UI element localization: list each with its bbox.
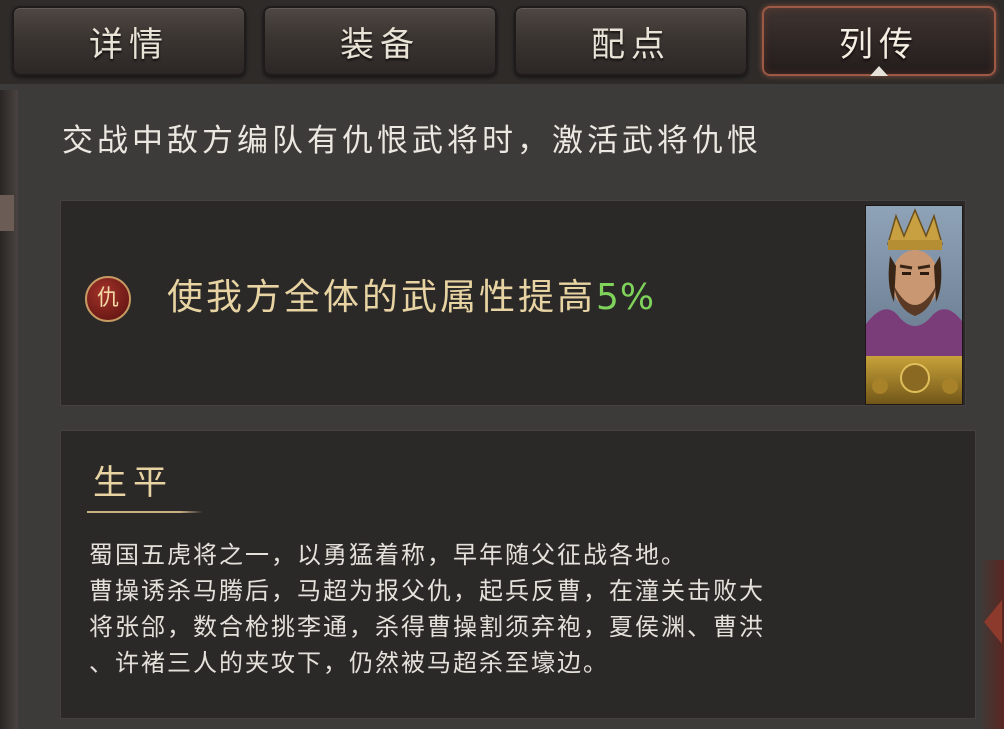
- hatred-badge-icon: 仇: [85, 276, 131, 322]
- tab-label: 列传: [839, 24, 919, 65]
- effect-text-prefix: 使我方全体的武属性提高: [167, 277, 597, 318]
- effect-description: 使我方全体的武属性提高5%: [167, 271, 655, 325]
- tab-details[interactable]: 详情: [12, 6, 246, 76]
- fetter-condition-text: 交战中敌方编队有仇恨武将时，激活武将仇恨: [62, 123, 762, 159]
- hatred-badge-char: 仇: [96, 286, 119, 311]
- side-arrow-icon[interactable]: [984, 600, 1002, 644]
- fetter-effect-panel: 仇 使我方全体的武属性提高5%: [60, 200, 966, 406]
- biography-line: 蜀国五虎将之一，以勇猛着称，早年随父征战各地。: [89, 541, 687, 569]
- biography-line: 、许褚三人的夹攻下，仍然被马超杀至壕边。: [89, 649, 609, 677]
- biography-title: 生平: [93, 463, 173, 503]
- biography-title-underline: [87, 511, 203, 513]
- background-left-edge: [0, 90, 18, 729]
- background-right-edge: [980, 560, 1004, 729]
- background-chip: [0, 195, 14, 231]
- tab-biography[interactable]: 列传: [762, 6, 996, 76]
- biography-line: 将张郃，数合枪挑李通，杀得曹操割须弃袍，夏侯渊、曹洪: [89, 613, 765, 641]
- tab-label: 配点: [591, 24, 671, 65]
- biography-panel: 生平 蜀国五虎将之一，以勇猛着称，早年随父征战各地。 曹操诱杀马腾后，马超为报父…: [60, 430, 976, 719]
- tab-label: 装备: [340, 24, 420, 65]
- tab-points[interactable]: 配点: [514, 6, 748, 76]
- effect-value: 5%: [596, 277, 656, 318]
- tab-equipment[interactable]: 装备: [263, 6, 497, 76]
- active-tab-pointer-icon: [870, 66, 888, 76]
- tab-label: 详情: [89, 24, 169, 65]
- general-portrait-icon: [866, 206, 962, 404]
- biography-line: 曹操诱杀马腾后，马超为报父仇，起兵反曹，在潼关击败大: [89, 577, 765, 605]
- tab-bar: 详情 装备 配点 列传: [0, 0, 1004, 84]
- general-portrait[interactable]: [865, 205, 963, 405]
- biography-text: 蜀国五虎将之一，以勇猛着称，早年随父征战各地。 曹操诱杀马腾后，马超为报父仇，起…: [89, 537, 959, 681]
